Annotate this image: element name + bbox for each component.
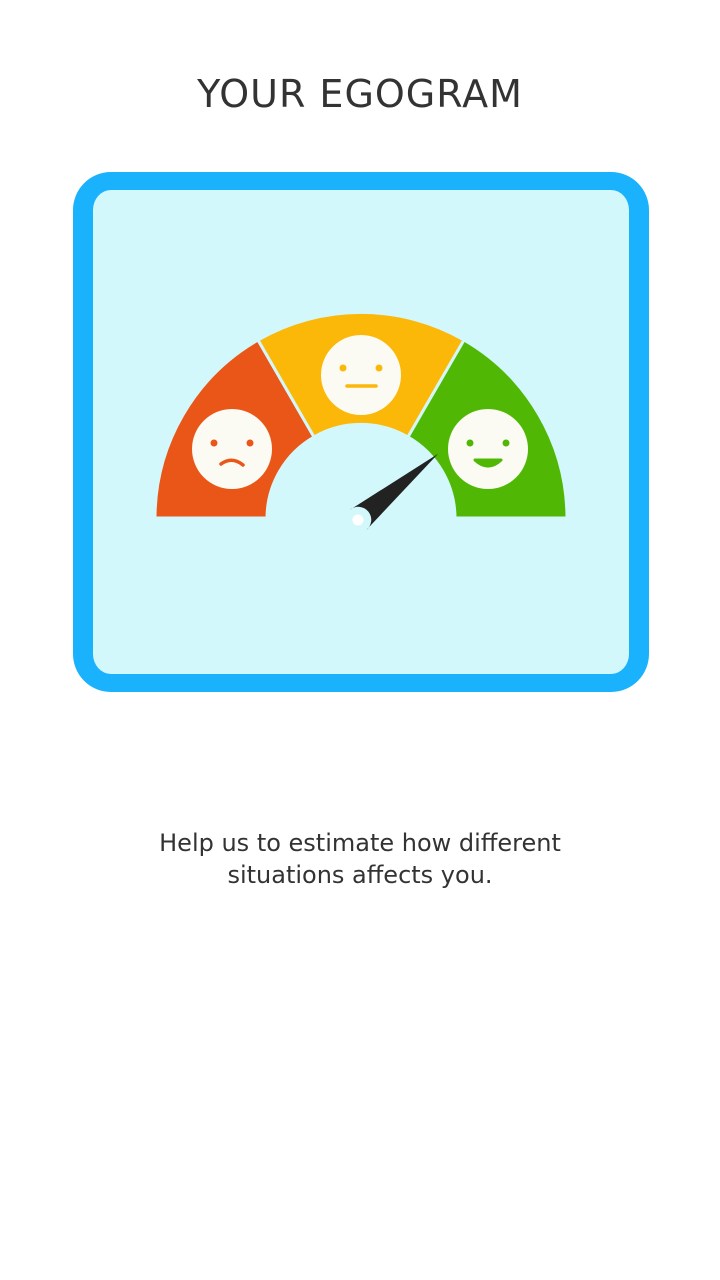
gauge-needle [349, 453, 439, 530]
egogram-card [73, 172, 649, 692]
description-text: Help us to estimate how different situat… [159, 829, 561, 889]
neutral-face-icon [321, 335, 401, 415]
mood-gauge [153, 310, 569, 530]
happy-face-icon [448, 409, 528, 489]
sad-face-icon [192, 409, 272, 489]
page-title: YOUR EGOGRAM [197, 72, 523, 116]
